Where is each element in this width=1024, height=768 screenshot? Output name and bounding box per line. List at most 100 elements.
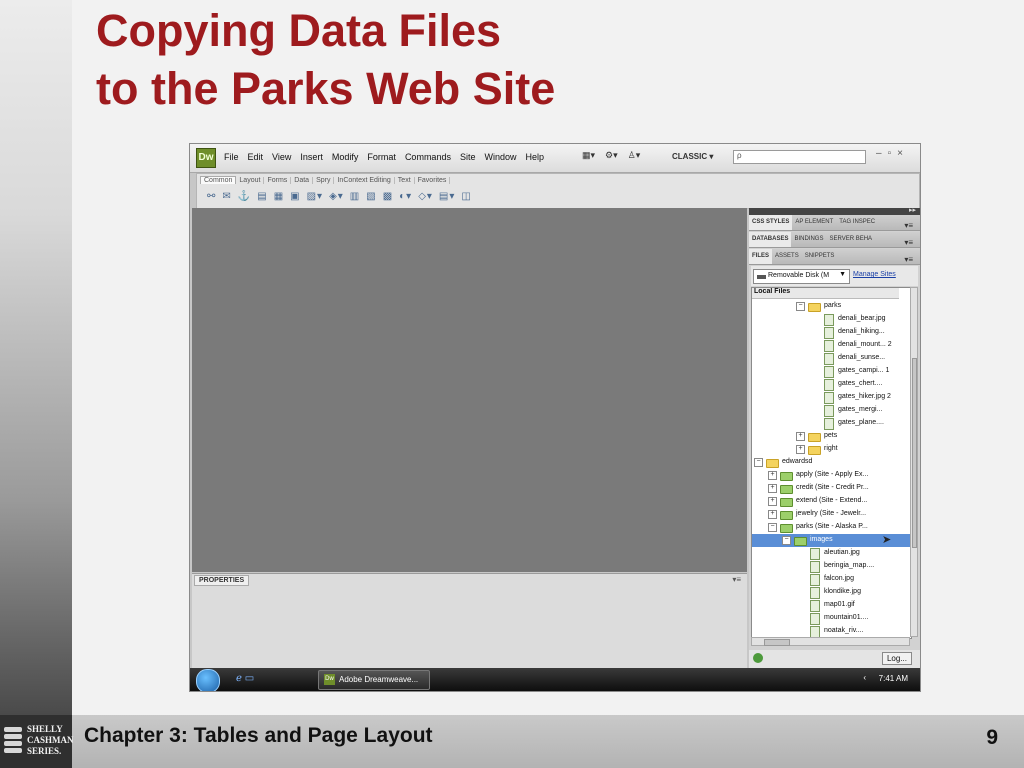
help-search-input[interactable]: ρ	[733, 150, 866, 164]
tab-forms[interactable]: Forms	[264, 177, 292, 184]
manage-sites-link[interactable]: Manage Sites	[853, 271, 896, 278]
layout-icon[interactable]: ▦▾	[582, 150, 595, 160]
file-row[interactable]: klondike.jpg	[752, 586, 911, 599]
file-row[interactable]: gates_mergi...	[752, 404, 911, 417]
panel-options-icon[interactable]: ▾≡	[901, 234, 916, 247]
menu-window[interactable]: Window	[484, 152, 516, 162]
file-row[interactable]: gates_plane....	[752, 417, 911, 430]
taskbar-dreamweaver-button[interactable]: Dw Adobe Dreamweave...	[318, 670, 430, 690]
table-icon[interactable]: ▦	[274, 191, 284, 202]
file-row[interactable]: beringia_map....	[752, 560, 911, 573]
file-row[interactable]: mountain01....	[752, 612, 911, 625]
tab-ap-elements[interactable]: AP ELEMENT	[792, 215, 836, 225]
date-icon[interactable]: ▥	[350, 191, 360, 202]
workspace-switcher[interactable]: CLASSIC ▾	[672, 152, 713, 161]
panel-collapse-strip[interactable]: ▸▸	[749, 207, 920, 215]
tab-server-behaviors[interactable]: SERVER BEHA	[826, 232, 875, 242]
file-row[interactable]: denali_bear.jpg	[752, 313, 911, 326]
log-button[interactable]: Log...	[881, 652, 912, 665]
file-row[interactable]: aleutian.jpg	[752, 547, 911, 560]
collapse-icon[interactable]: −	[768, 523, 777, 532]
menu-commands[interactable]: Commands	[405, 152, 451, 162]
server-include-icon[interactable]: ▧	[366, 191, 376, 202]
file-row[interactable]: denali_sunse...	[752, 352, 911, 365]
tab-favorites[interactable]: Favorites	[415, 177, 451, 184]
tab-files[interactable]: FILES	[749, 249, 773, 264]
menu-file[interactable]: File	[224, 152, 239, 162]
tab-incontext-editing[interactable]: InContext Editing	[334, 177, 395, 184]
hyperlink-icon[interactable]: ⚯	[207, 191, 216, 202]
file-row[interactable]: gates_chert....	[752, 378, 911, 391]
folder-row[interactable]: + apply (Site - Apply Ex...	[752, 469, 911, 482]
head-icon[interactable]: ◐▾	[399, 191, 412, 202]
folder-row[interactable]: − parks	[752, 300, 911, 313]
file-row[interactable]: denali_mount... 2	[752, 339, 911, 352]
comment-icon[interactable]: ▩	[383, 191, 393, 202]
menu-insert[interactable]: Insert	[300, 152, 323, 162]
expand-icon[interactable]: +	[768, 510, 777, 519]
tab-data[interactable]: Data	[291, 177, 314, 184]
expand-icon[interactable]: +	[796, 445, 805, 454]
close-icon[interactable]: ×	[897, 148, 903, 159]
gear-icon[interactable]: ⚙▾	[605, 150, 618, 160]
restore-icon[interactable]: ▫	[888, 148, 892, 159]
folder-row[interactable]: + right	[752, 443, 911, 456]
folder-row[interactable]: + jewelry (Site - Jewelr...	[752, 508, 911, 521]
tab-text[interactable]: Text	[395, 177, 415, 184]
tab-layout[interactable]: Layout	[236, 177, 265, 184]
start-button[interactable]	[196, 669, 220, 691]
menu-site[interactable]: Site	[460, 152, 476, 162]
collapse-icon[interactable]: −	[782, 536, 791, 545]
tree-vertical-scrollbar[interactable]	[910, 287, 918, 637]
expand-icon[interactable]: +	[768, 471, 777, 480]
templates-icon[interactable]: ▤▾	[439, 191, 455, 202]
horizontal-rule-icon[interactable]: ▤	[257, 191, 267, 202]
menu-view[interactable]: View	[272, 152, 291, 162]
quick-launch-icons[interactable]: ℯ ▭	[236, 673, 254, 684]
tab-bindings[interactable]: BINDINGS	[791, 232, 826, 242]
tab-css-styles[interactable]: CSS STYLES	[749, 215, 793, 230]
tray-expand-icon[interactable]: ‹	[863, 673, 866, 682]
clock[interactable]: 7:41 AM	[879, 674, 908, 683]
collapse-icon[interactable]: −	[796, 302, 805, 311]
tab-databases[interactable]: DATABASES	[749, 232, 792, 247]
menu-edit[interactable]: Edit	[248, 152, 264, 162]
tab-common[interactable]: Common	[200, 176, 237, 184]
expand-icon[interactable]: +	[768, 497, 777, 506]
document-area[interactable]	[192, 208, 747, 572]
image-icon[interactable]: ▨▾	[307, 191, 323, 202]
minimize-icon[interactable]: –	[876, 148, 882, 159]
properties-tab[interactable]: PROPERTIES	[194, 575, 250, 586]
panel-options-icon[interactable]: ▾≡	[901, 217, 916, 230]
script-icon[interactable]: ◇▾	[418, 191, 433, 202]
folder-row[interactable]: + extend (Site - Extend...	[752, 495, 911, 508]
expand-icon[interactable]: +	[768, 484, 777, 493]
file-row[interactable]: falcon.jpg	[752, 573, 911, 586]
menu-help[interactable]: Help	[525, 152, 544, 162]
file-row[interactable]: denali_hiking...	[752, 326, 911, 339]
tree-horizontal-scrollbar[interactable]	[751, 637, 910, 646]
scroll-thumb[interactable]	[764, 639, 790, 646]
tab-assets[interactable]: ASSETS	[772, 249, 802, 259]
email-link-icon[interactable]: ✉	[222, 191, 231, 202]
expand-icon[interactable]: +	[796, 432, 805, 441]
div-icon[interactable]: ▣	[290, 191, 300, 202]
file-row[interactable]: map01.gif	[752, 599, 911, 612]
named-anchor-icon[interactable]: ⚓	[238, 191, 251, 202]
panel-options-icon[interactable]: ▾≡	[732, 575, 741, 584]
menu-format[interactable]: Format	[367, 152, 396, 162]
panel-options-icon[interactable]: ▾≡	[901, 251, 916, 264]
menu-modify[interactable]: Modify	[332, 152, 359, 162]
folder-row[interactable]: − edwardsd	[752, 456, 911, 469]
tab-spry[interactable]: Spry	[313, 177, 335, 184]
site-select[interactable]: Removable Disk (M ▼	[753, 269, 850, 284]
media-icon[interactable]: ◈▾	[329, 191, 344, 202]
folder-row[interactable]: + pets	[752, 430, 911, 443]
scroll-thumb[interactable]	[912, 358, 917, 548]
tab-snippets[interactable]: SNIPPETS	[802, 249, 838, 259]
tag-chooser-icon[interactable]: ◫	[461, 191, 471, 202]
file-row[interactable]: gates_hiker.jpg 2	[752, 391, 911, 404]
user-icon[interactable]: ♙▾	[628, 150, 641, 160]
local-files-header[interactable]: Local Files	[752, 288, 899, 299]
folder-row[interactable]: + credit (Site - Credit Pr...	[752, 482, 911, 495]
